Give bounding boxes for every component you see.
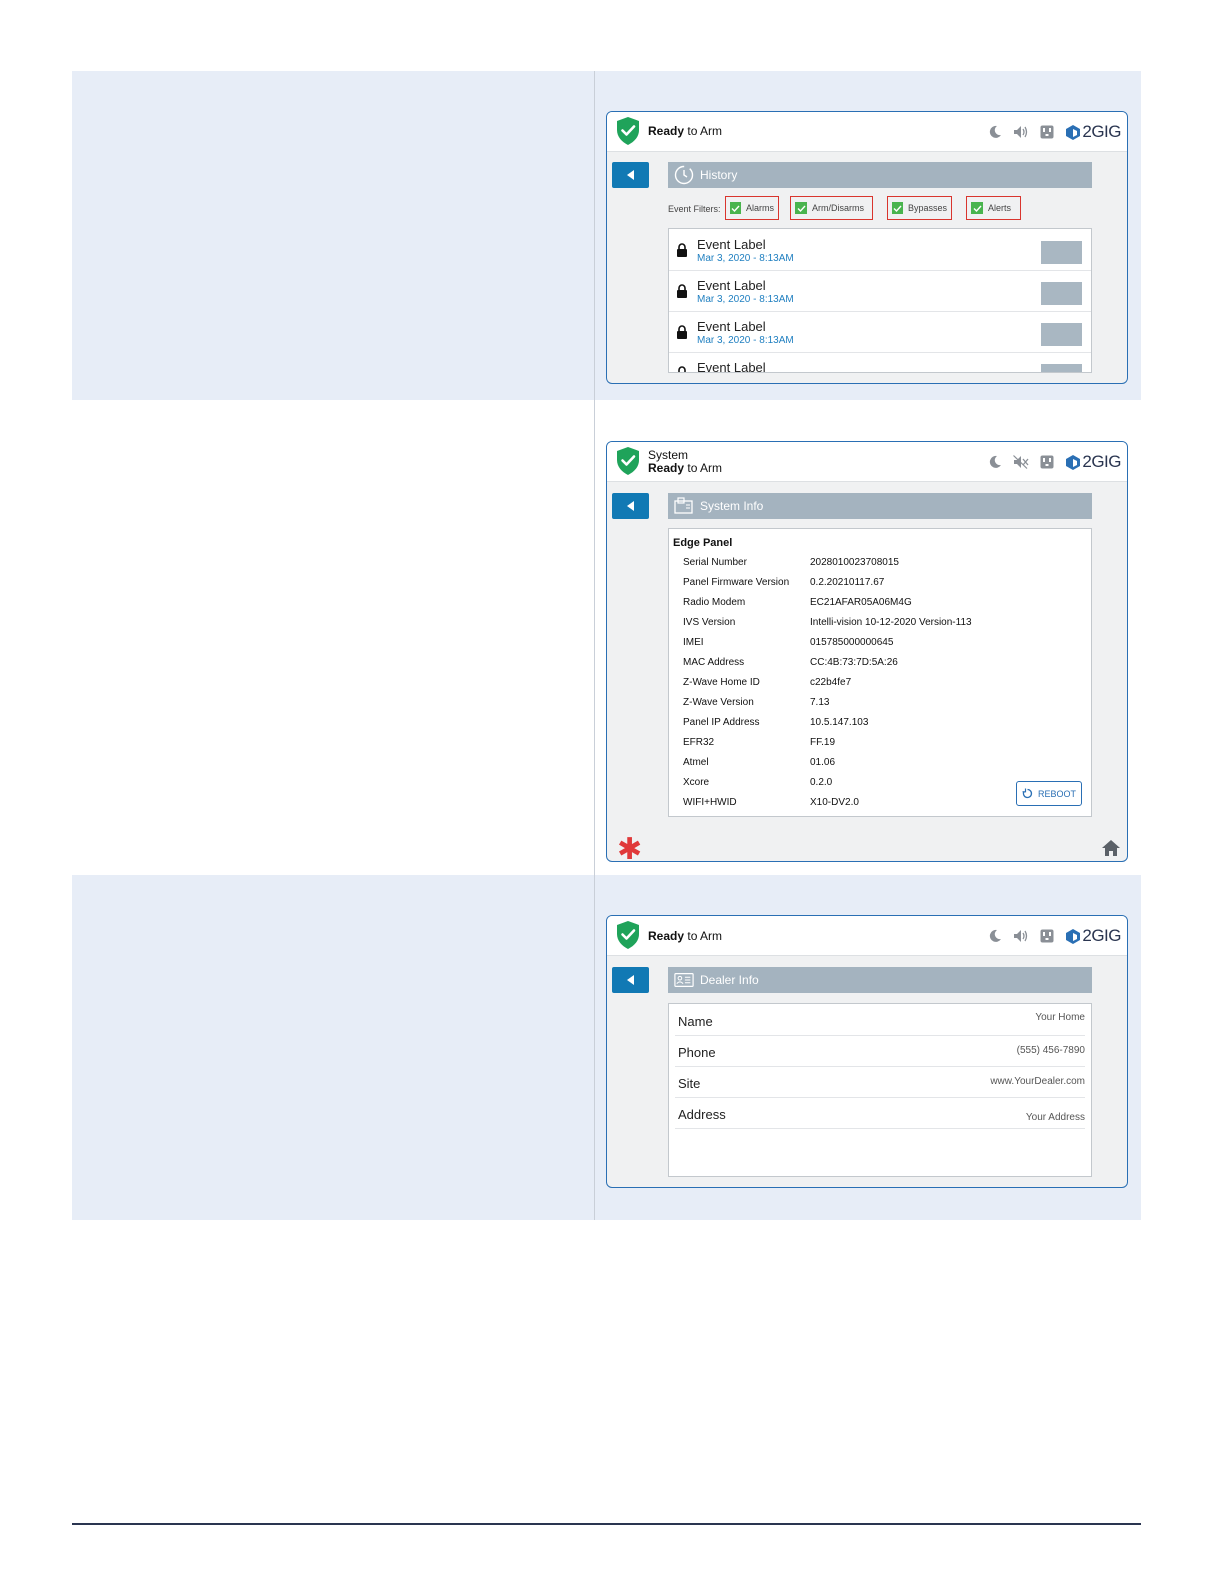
info-row: IVS Version Intelli-vision 10-12-2020 Ver… bbox=[683, 617, 972, 628]
back-button[interactable] bbox=[612, 162, 649, 188]
shield-check-icon bbox=[617, 447, 639, 475]
event-thumbnail[interactable] bbox=[1041, 241, 1082, 264]
band-divider bbox=[594, 71, 595, 400]
brand-logo-icon bbox=[1066, 124, 1081, 140]
page-title: System Info bbox=[700, 499, 764, 513]
checkbox-checked-icon bbox=[892, 202, 903, 214]
info-row: Radio Modem EC21AFAR05A06M4G bbox=[683, 597, 912, 608]
dealer-info-panel: Name Your Home Phone (555) 456-7890 Site ww… bbox=[668, 1003, 1092, 1177]
status-bar: Ready to Arm 2GIG bbox=[607, 916, 1127, 956]
dealer-row-name: Name Your Home bbox=[675, 1004, 1085, 1036]
outlet-icon[interactable] bbox=[1038, 123, 1056, 141]
event-filters-label: Event Filters: bbox=[668, 204, 721, 214]
clock-history-icon bbox=[674, 165, 694, 185]
status-icons: 2GIG bbox=[978, 925, 1121, 947]
info-row: Z-Wave Home ID c22b4fe7 bbox=[683, 677, 852, 688]
speaker-icon[interactable] bbox=[1012, 927, 1030, 945]
history-screen: Ready to Arm 2GIG History Event Filters:… bbox=[606, 111, 1128, 384]
checkbox-checked-icon bbox=[795, 202, 807, 214]
panel-heading: Edge Panel bbox=[673, 537, 733, 549]
reboot-button[interactable]: REBOOT bbox=[1016, 781, 1082, 806]
info-row: Panel Firmware Version 0.2.20210117.67 bbox=[683, 577, 885, 588]
event-thumbnail[interactable] bbox=[1041, 323, 1082, 346]
back-arrow-icon bbox=[626, 170, 634, 180]
band-divider bbox=[594, 400, 595, 875]
page-title-bar: Dealer Info bbox=[668, 967, 1092, 993]
emergency-asterisk-button[interactable]: ✱ bbox=[617, 835, 642, 862]
info-row: IMEI 015785000000645 bbox=[683, 637, 894, 648]
filter-arm-disarms[interactable]: Arm/Disarms bbox=[790, 196, 873, 220]
event-thumbnail[interactable] bbox=[1041, 282, 1082, 305]
arm-status: Ready to Arm bbox=[648, 929, 723, 943]
lock-icon bbox=[677, 325, 687, 339]
system-info-icon bbox=[674, 496, 694, 516]
brand-logo-icon bbox=[1066, 928, 1081, 944]
info-row: Z-Wave Version 7.13 bbox=[683, 697, 830, 708]
dealer-row-address: Address Your Address bbox=[675, 1097, 1085, 1129]
status-bar: System Ready to Arm 2GIG bbox=[607, 442, 1127, 482]
dealer-info-screen: Ready to Arm 2GIG Dealer Info Name Your H… bbox=[606, 915, 1128, 1188]
moon-icon[interactable] bbox=[986, 927, 1004, 945]
outlet-icon[interactable] bbox=[1038, 927, 1056, 945]
moon-icon[interactable] bbox=[986, 453, 1004, 471]
dealer-card-icon bbox=[674, 970, 694, 990]
speaker-muted-icon[interactable] bbox=[1012, 453, 1030, 471]
brand-logo: 2GIG bbox=[1066, 122, 1121, 142]
lock-icon bbox=[677, 243, 687, 257]
list-item[interactable]: Event Label Mar 3, 2020 - 8:13AM bbox=[669, 270, 1091, 312]
reboot-icon bbox=[1022, 788, 1033, 799]
lock-icon bbox=[677, 284, 687, 298]
speaker-icon[interactable] bbox=[1012, 123, 1030, 141]
list-item[interactable]: Event Label Mar 3, 2020 - 8:13AM bbox=[669, 311, 1091, 353]
dealer-row-phone: Phone (555) 456-7890 bbox=[675, 1035, 1085, 1067]
event-list[interactable]: Event Label Mar 3, 2020 - 8:13AM Event L… bbox=[668, 228, 1092, 373]
outlet-icon[interactable] bbox=[1038, 453, 1056, 471]
arm-status: Ready to Arm bbox=[648, 124, 723, 138]
info-row: Atmel 01.06 bbox=[683, 757, 836, 768]
back-button[interactable] bbox=[612, 493, 649, 519]
brand-logo-icon bbox=[1066, 454, 1081, 470]
checkbox-checked-icon bbox=[730, 202, 741, 214]
home-icon[interactable] bbox=[1101, 839, 1121, 857]
page-title: History bbox=[700, 168, 738, 182]
list-item[interactable]: Event Label bbox=[669, 352, 1091, 372]
back-arrow-icon bbox=[626, 501, 634, 511]
back-arrow-icon bbox=[626, 975, 634, 985]
info-row: Serial Number 2028010023708015 bbox=[683, 557, 899, 568]
checkbox-checked-icon bbox=[971, 202, 983, 214]
status-icons: 2GIG bbox=[978, 451, 1121, 473]
system-info-screen: System Ready to Arm 2GIG System Info Edge… bbox=[606, 441, 1128, 862]
status-icons: 2GIG bbox=[978, 121, 1121, 143]
list-item[interactable]: Event Label Mar 3, 2020 - 8:13AM bbox=[669, 229, 1091, 271]
dealer-row-site: Site www.YourDealer.com bbox=[675, 1066, 1085, 1098]
system-info-panel: Edge Panel Serial Number 2028010023708015… bbox=[668, 528, 1092, 817]
brand-logo: 2GIG bbox=[1066, 926, 1121, 946]
page-title: Dealer Info bbox=[700, 973, 759, 987]
info-row: Panel IP Address 10.5.147.103 bbox=[683, 717, 869, 728]
back-button[interactable] bbox=[612, 967, 649, 993]
filter-alarms[interactable]: Alarms bbox=[725, 196, 779, 220]
info-row: EFR32 FF.19 bbox=[683, 737, 836, 748]
shield-check-icon bbox=[617, 921, 639, 949]
page-title-bar: History bbox=[668, 162, 1092, 188]
lock-icon bbox=[678, 366, 686, 372]
event-thumbnail[interactable] bbox=[1041, 364, 1082, 372]
footer-rule bbox=[72, 1523, 1141, 1525]
shield-check-icon bbox=[617, 117, 639, 145]
filter-alerts[interactable]: Alerts bbox=[966, 196, 1021, 220]
status-bar: Ready to Arm 2GIG bbox=[607, 112, 1127, 152]
event-filters: Event Filters: Alarms Arm/Disarms Bypass… bbox=[668, 196, 1108, 222]
moon-icon[interactable] bbox=[986, 123, 1004, 141]
brand-logo: 2GIG bbox=[1066, 452, 1121, 472]
band-divider bbox=[594, 875, 595, 1220]
arm-status: System Ready to Arm bbox=[648, 448, 723, 475]
page-title-bar: System Info bbox=[668, 493, 1092, 519]
filter-bypasses[interactable]: Bypasses bbox=[887, 196, 952, 220]
info-row: MAC Address CC:4B:73:7D:5A:26 bbox=[683, 657, 898, 668]
